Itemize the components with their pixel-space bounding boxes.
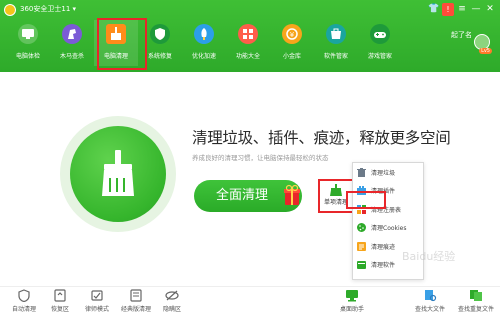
user-area[interactable]: 起了名 Lv5 [442, 26, 492, 66]
menu-item-clean-cookies[interactable]: 清理Cookies [353, 219, 423, 238]
nav-label: 小金库 [283, 52, 301, 60]
main-nav: 电脑体检 木马查杀 电脑清理 系统修复 优化加速 功能大全 ¥ 小金库 软件管家… [6, 20, 402, 70]
grid-icon [238, 24, 258, 44]
clean-hero-inner [70, 126, 166, 222]
hide-icon [165, 290, 179, 301]
trace-icon [357, 241, 366, 251]
bottom-item-lawyer-mode[interactable]: 律师模式 [77, 289, 117, 313]
rocket-icon [194, 24, 214, 44]
menu-item-label: 清理痕迹 [371, 243, 396, 251]
minimize-button[interactable]: — [470, 3, 482, 16]
user-name[interactable]: 起了名 [451, 30, 472, 40]
bottom-item-restore[interactable]: 恢复区 [40, 289, 80, 313]
horse-icon [62, 24, 82, 44]
app-logo-icon [4, 4, 16, 16]
svg-text:¥: ¥ [290, 31, 295, 39]
bottom-toolbar: 自动清理 恢复区 律师模式 经典版清理 隐瞒区 桌面助手 查找大文件 查找重复文… [0, 286, 500, 318]
nav-item-features[interactable]: 功能大全 [226, 20, 270, 66]
bottom-item-label: 隐瞒区 [162, 306, 181, 313]
notification-badge[interactable]: ! [442, 3, 454, 16]
skin-icon[interactable]: 👕 [428, 3, 440, 16]
close-button[interactable]: ✕ [484, 3, 496, 16]
nav-item-games[interactable]: 游戏管家 [358, 20, 402, 66]
clean-hero-circle [60, 116, 176, 232]
trash-icon [357, 167, 366, 177]
coin-icon: ¥ [282, 24, 302, 44]
nav-label: 电脑体检 [16, 52, 40, 60]
nav-label: 木马查杀 [60, 52, 84, 60]
auto-clean-icon [18, 289, 30, 302]
shield-icon [150, 24, 170, 44]
bottom-item-classic-clean[interactable]: 经典版清理 [116, 289, 156, 313]
cookie-icon [357, 223, 366, 233]
duplicate-icon [470, 290, 482, 301]
software-icon [357, 261, 366, 270]
classic-icon [130, 289, 142, 302]
bottom-item-desktop-assistant[interactable]: 桌面助手 [332, 289, 372, 313]
app-title[interactable]: 360安全卫士11 ▾ [20, 4, 76, 14]
find-file-icon [425, 290, 437, 302]
bottom-item-hide-zone[interactable]: 隐瞒区 [152, 289, 192, 313]
watermark: Baidu经验 [402, 250, 456, 263]
bottom-item-label: 自动清理 [11, 306, 36, 313]
menu-item-label: 清理Cookies [371, 225, 407, 233]
bottom-item-find-large-files[interactable]: 查找大文件 [410, 289, 450, 313]
restore-icon [54, 289, 66, 302]
nav-label: 软件管家 [324, 52, 348, 60]
broom-icon [102, 150, 134, 196]
bottom-item-auto-clean[interactable]: 自动清理 [4, 289, 44, 313]
nav-item-trojan[interactable]: 木马查杀 [50, 20, 94, 66]
lawyer-icon [91, 290, 103, 301]
window-controls: 👕 ! ≡ — ✕ [428, 3, 496, 17]
highlight-box-clean-software [346, 191, 386, 209]
menu-item-clean-junk[interactable]: 清理垃圾 [353, 163, 423, 182]
page-subtitle: 养成良好的清理习惯，让电脑保持最轻松的状态 [192, 154, 329, 162]
bottom-item-label: 恢复区 [50, 306, 69, 313]
bottom-item-find-duplicates[interactable]: 查找重复文件 [456, 289, 496, 313]
menu-item-label: 清理垃圾 [371, 169, 396, 177]
top-banner: 360安全卫士11 ▾ 👕 ! ≡ — ✕ 电脑体检 木马查杀 电脑清理 系统修… [0, 0, 500, 72]
bottom-item-label: 查找重复文件 [457, 306, 494, 313]
title-bar: 360安全卫士11 ▾ 👕 ! ≡ — ✕ [0, 0, 500, 20]
gamepad-icon [370, 24, 390, 44]
bottom-item-label: 律师模式 [84, 306, 109, 313]
nav-label: 功能大全 [236, 52, 260, 60]
nav-label: 优化加速 [192, 52, 216, 60]
gift-icon[interactable] [284, 184, 300, 206]
broom-small-icon [330, 184, 342, 196]
nav-item-vault[interactable]: ¥ 小金库 [270, 20, 314, 66]
nav-label: 游戏管家 [368, 52, 392, 60]
menu-item-label: 清理软件 [371, 262, 396, 270]
highlight-box-clean-tab [97, 18, 147, 70]
nav-item-software[interactable]: 软件管家 [314, 20, 358, 66]
store-icon [326, 24, 346, 44]
nav-item-speedup[interactable]: 优化加速 [182, 20, 226, 66]
bottom-item-label: 查找大文件 [414, 306, 445, 313]
user-level-badge: Lv5 [479, 48, 492, 54]
nav-item-checkup[interactable]: 电脑体检 [6, 20, 50, 66]
desktop-icon [346, 290, 358, 302]
bottom-item-label: 经典版清理 [120, 306, 151, 313]
bottom-item-label: 桌面助手 [339, 306, 364, 313]
menu-icon[interactable]: ≡ [456, 3, 468, 16]
monitor-icon [18, 24, 38, 44]
page-title: 清理垃圾、插件、痕迹，释放更多空间 [192, 129, 451, 147]
